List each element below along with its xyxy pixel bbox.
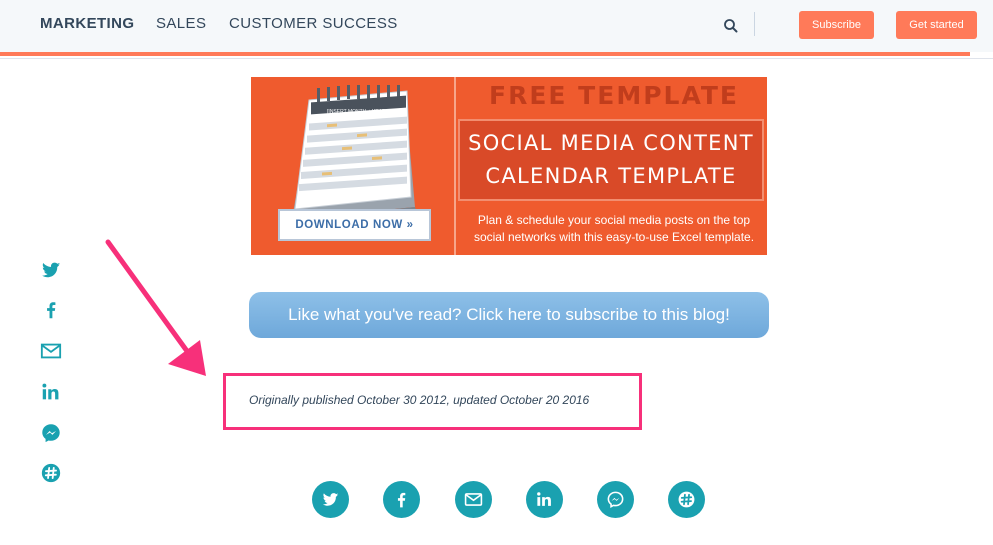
- header-divider-line: [0, 58, 993, 59]
- twitter-icon[interactable]: [40, 259, 62, 281]
- linkedin-icon: [537, 492, 551, 506]
- nav-sales[interactable]: SALES: [156, 15, 206, 32]
- get-started-button[interactable]: Get started: [896, 11, 977, 39]
- banner-title-line1: SOCIAL MEDIA CONTENT: [468, 131, 754, 155]
- subscribe-blog-cta[interactable]: Like what you've read? Click here to sub…: [249, 292, 769, 338]
- slack-icon: [678, 491, 695, 508]
- share-slack-button[interactable]: [668, 481, 705, 518]
- linkedin-icon[interactable]: [40, 381, 62, 403]
- email-icon: [464, 493, 483, 506]
- annotation-arrow: [105, 239, 206, 376]
- facebook-icon[interactable]: [40, 299, 62, 321]
- banner-description: Plan & schedule your social media posts …: [473, 213, 755, 244]
- download-now-button[interactable]: DOWNLOAD NOW »: [278, 209, 431, 241]
- share-facebook-button[interactable]: [383, 481, 420, 518]
- facebook-icon: [397, 492, 406, 508]
- slack-icon[interactable]: [40, 462, 62, 484]
- share-twitter-button[interactable]: [312, 481, 349, 518]
- banner-title-box: SOCIAL MEDIA CONTENT CALENDAR TEMPLATE: [458, 119, 764, 201]
- nav-customer-success[interactable]: CUSTOMER SUCCESS: [229, 15, 398, 32]
- header-accent-bar: [0, 52, 970, 56]
- twitter-icon: [322, 493, 339, 506]
- free-template-banner[interactable]: [INSERT MONTH + YEAR] DOWNLOAD NOW » FRE…: [251, 77, 767, 255]
- header-divider: [754, 12, 755, 36]
- messenger-icon: [607, 491, 624, 509]
- share-email-button[interactable]: [455, 481, 492, 518]
- search-icon[interactable]: [722, 15, 744, 37]
- published-date: Originally published October 30 2012, up…: [249, 393, 590, 407]
- messenger-icon[interactable]: [40, 422, 62, 444]
- banner-title-line2: CALENDAR TEMPLATE: [485, 164, 737, 188]
- banner-headline: FREE TEMPLATE: [489, 81, 739, 110]
- email-icon[interactable]: [40, 340, 62, 362]
- banner-divider: [454, 77, 456, 255]
- share-messenger-button[interactable]: [597, 481, 634, 518]
- nav-marketing[interactable]: MARKETING: [40, 15, 134, 32]
- top-navigation: MARKETING SALES CUSTOMER SUCCESS Subscri…: [0, 0, 993, 52]
- subscribe-button[interactable]: Subscribe: [799, 11, 874, 39]
- share-linkedin-button[interactable]: [526, 481, 563, 518]
- calendar-month-label: [INSERT MONTH + YEAR]: [327, 109, 387, 115]
